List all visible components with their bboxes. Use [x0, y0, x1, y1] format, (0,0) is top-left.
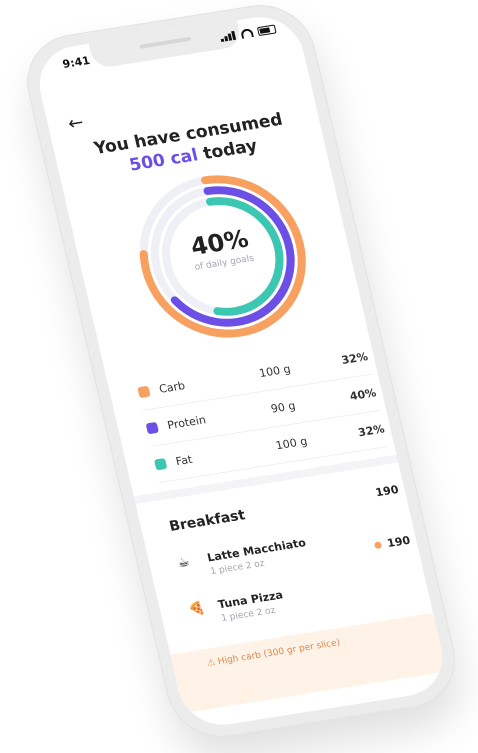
coffee-icon: ☕ — [176, 554, 192, 572]
macro-grams: 100 g — [274, 434, 309, 452]
food-text: Latte Macchiato 1 piece 2 oz — [206, 526, 376, 577]
macro-percent: 40% — [348, 385, 378, 403]
calorie-dot — [373, 541, 383, 550]
battery-icon — [256, 24, 277, 37]
warning-label: High carb (300 gr per slice) — [216, 637, 342, 668]
wifi-icon — [240, 28, 254, 39]
macro-grams: 90 g — [269, 398, 297, 416]
status-time: 9:41 — [61, 53, 92, 71]
warning-text: ⚠ High carb (300 gr per slice) — [206, 637, 342, 669]
meal-calories: 190 — [374, 482, 400, 500]
app-screen: 9:41 ← You have consumed 500 cal today 4… — [31, 11, 451, 731]
speaker — [139, 36, 192, 49]
food-text: Tuna Pizza 1 piece 2 oz — [217, 567, 422, 624]
stage: 9:41 ← You have consumed 500 cal today 4… — [0, 0, 478, 753]
macro-percent: 32% — [340, 349, 370, 367]
back-arrow-icon[interactable]: ← — [66, 112, 86, 135]
notch — [88, 20, 243, 70]
warning-banner: ⚠ High carb (300 gr per slice) — [170, 612, 447, 714]
macro-name: Fat — [174, 452, 194, 468]
macro-name: Carb — [157, 378, 187, 396]
meal-title: Breakfast — [167, 507, 247, 535]
protein-swatch — [145, 421, 159, 434]
pizza-icon: 🍕 — [187, 600, 207, 618]
fat-swatch — [153, 457, 168, 470]
food-calories-value: 190 — [385, 533, 412, 551]
macro-percent: 32% — [356, 421, 386, 439]
macro-grams: 100 g — [257, 361, 292, 380]
carb-swatch — [137, 385, 151, 398]
phone-frame: 9:41 ← You have consumed 500 cal today 4… — [16, 0, 466, 745]
macro-name: Protein — [166, 412, 208, 432]
food-calories: 190 — [373, 533, 412, 552]
